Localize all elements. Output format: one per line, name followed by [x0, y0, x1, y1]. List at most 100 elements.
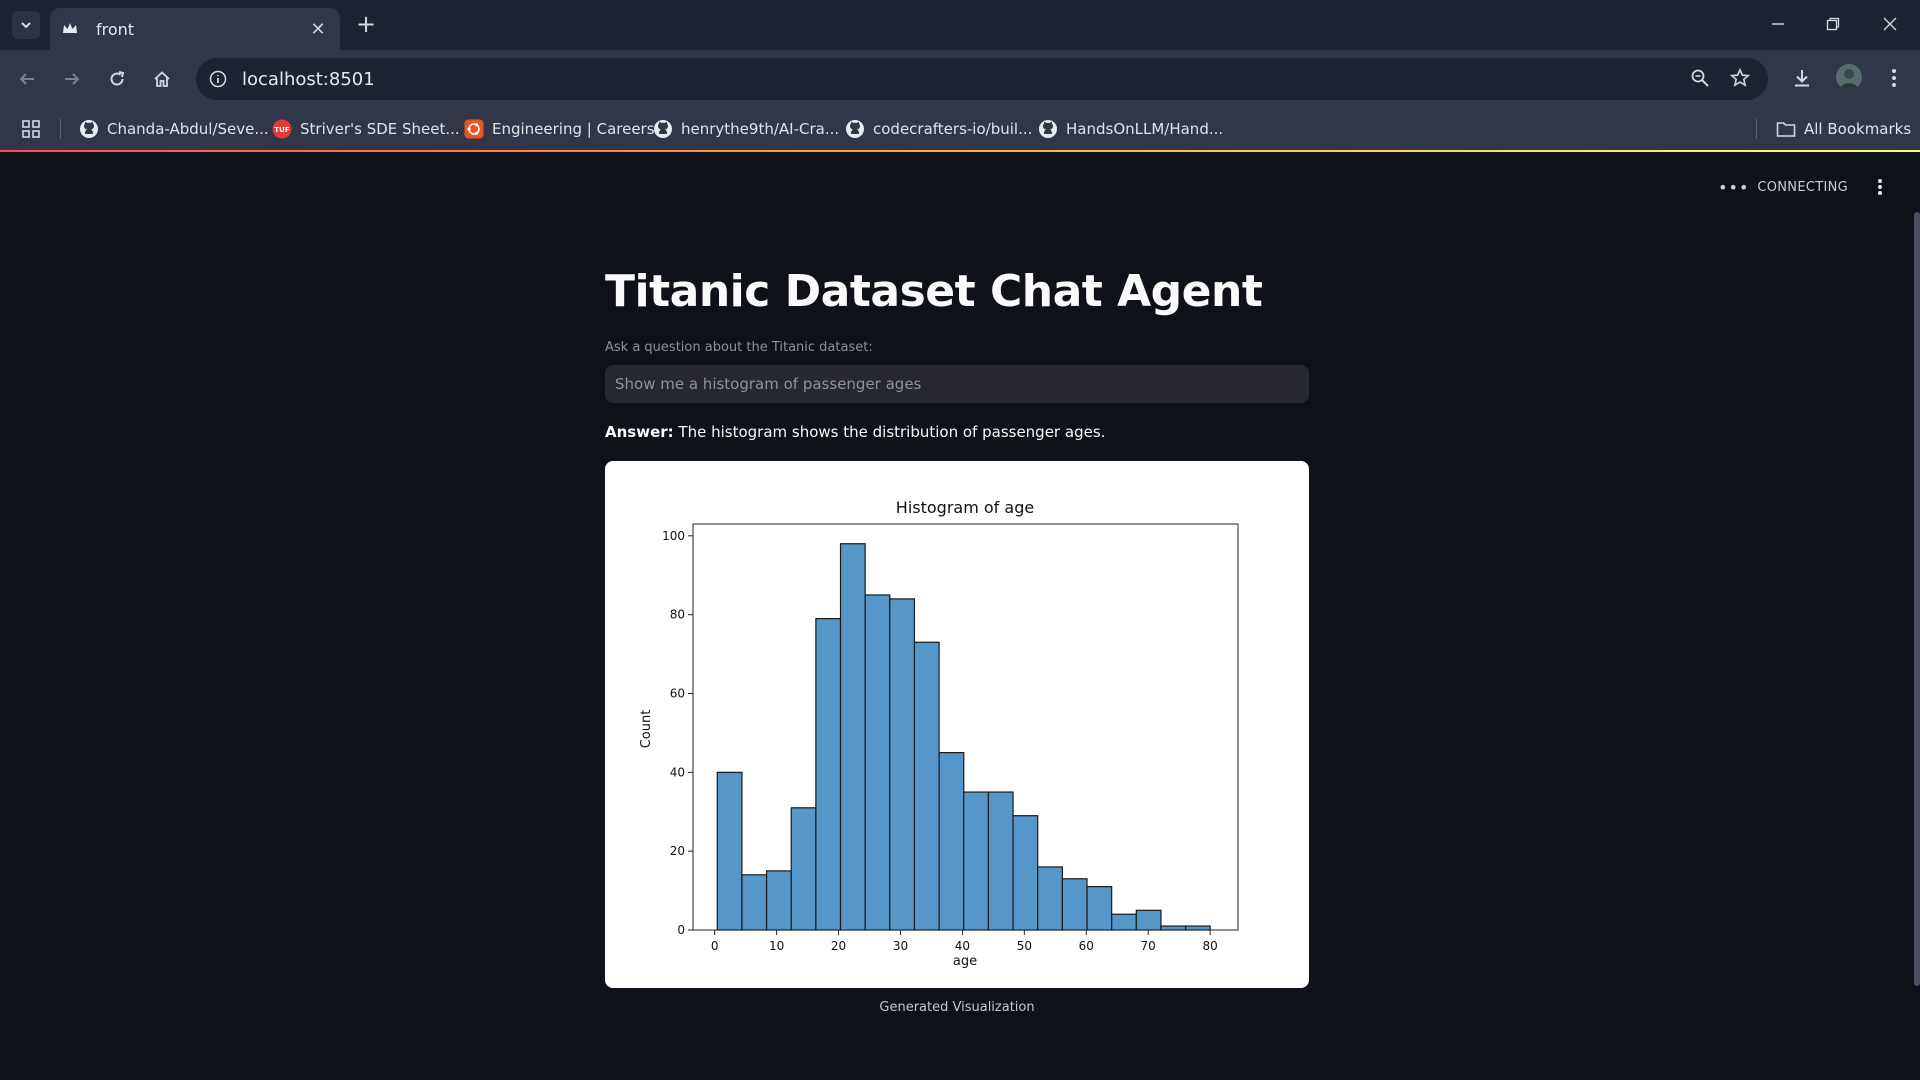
bookmark-item[interactable]: Engineering | Careers — [464, 117, 655, 141]
bookmark-label: henrythe9th/AI-Cra... — [681, 120, 840, 138]
answer-text: Answer: The histogram shows the distribu… — [605, 423, 1105, 441]
apps-button[interactable] — [22, 117, 40, 141]
figure-caption: Generated Visualization — [879, 1000, 1035, 1015]
arrow-left-icon — [19, 73, 34, 85]
bookmarks-divider — [60, 119, 61, 139]
histogram-bar — [815, 618, 842, 931]
histogram-chart: Histogram of age 0 10 20 30 40 50 60 70 80 0 20 40… — [639, 498, 1239, 969]
y-tick-label: 60 — [670, 686, 685, 700]
histogram-bar — [1111, 913, 1137, 931]
y-tick-label: 100 — [662, 529, 685, 543]
profile-avatar[interactable] — [1836, 64, 1862, 90]
download-icon[interactable] — [1790, 66, 1814, 90]
home-button[interactable] — [147, 64, 177, 94]
histogram-bar — [1185, 925, 1211, 931]
x-tick-label: 10 — [769, 939, 784, 953]
bookmark-label: Striver's SDE Sheet... — [300, 120, 460, 138]
home-icon — [154, 71, 170, 87]
forward-button[interactable] — [57, 64, 87, 94]
back-button[interactable] — [12, 64, 42, 94]
chart-figure: Histogram of age 0 10 20 30 40 50 60 70 80 0 20 40… — [605, 461, 1309, 988]
bookmark-item[interactable]: henrythe9th/AI-Cra... — [653, 117, 839, 141]
y-tick-label: 20 — [670, 844, 685, 858]
bookmark-item[interactable]: TUF Striver's SDE Sheet... — [272, 117, 460, 141]
browser-menu-icon[interactable] — [1882, 66, 1906, 90]
bookmarks-divider — [1756, 119, 1757, 139]
x-tick-label: 40 — [955, 939, 970, 953]
y-tick-label: 0 — [677, 923, 685, 937]
site-info-icon[interactable] — [206, 67, 230, 91]
svg-text:TUF: TUF — [274, 126, 289, 134]
page-title: Titanic Dataset Chat Agent — [605, 266, 1263, 317]
x-tick-label: 0 — [711, 939, 719, 953]
y-tick-label: 80 — [670, 608, 685, 622]
github-icon — [653, 119, 673, 139]
ubuntu-icon — [464, 119, 484, 139]
histogram-bar — [864, 594, 891, 931]
x-tick-label: 20 — [831, 939, 846, 953]
tab-title: front — [96, 19, 135, 39]
x-axis-label: age — [953, 954, 977, 969]
answer-label: Answer: — [605, 423, 674, 441]
histogram-bar — [839, 543, 866, 931]
histogram-bar — [765, 870, 792, 931]
streamlit-app: ••• CONNECTING Titanic Dataset Chat Agen… — [0, 152, 1920, 1080]
zoom-icon[interactable] — [1688, 66, 1712, 90]
x-tick-label: 30 — [893, 939, 908, 953]
histogram-bar — [938, 752, 965, 931]
apps-grid-icon — [22, 120, 40, 138]
histogram-bar — [1012, 815, 1039, 931]
x-tick-label: 70 — [1141, 939, 1156, 953]
question-input-label: Ask a question about the Titanic dataset… — [605, 340, 873, 355]
histogram-bar — [987, 791, 1014, 931]
app-menu-button[interactable] — [1870, 176, 1890, 198]
new-tab-button[interactable]: + — [352, 10, 380, 38]
histogram-bar — [1135, 909, 1162, 931]
all-bookmarks-label: All Bookmarks — [1804, 120, 1912, 138]
minimize-icon — [1772, 23, 1784, 25]
tab-search-button[interactable] — [12, 11, 40, 39]
github-icon — [845, 119, 865, 139]
page-scrollbar[interactable] — [1914, 212, 1920, 986]
histogram-bar — [790, 807, 817, 931]
reload-icon — [110, 71, 125, 86]
all-bookmarks-button[interactable]: All Bookmarks — [1776, 117, 1911, 141]
github-icon — [79, 119, 99, 139]
tab-active[interactable]: front ✕ — [50, 8, 340, 50]
x-tick-label: 60 — [1079, 939, 1094, 953]
histogram-bar — [889, 598, 916, 931]
connection-status-label: CONNECTING — [1757, 180, 1848, 195]
histogram-bar — [913, 641, 940, 931]
bookmark-label: codecrafters-io/buil... — [873, 120, 1033, 138]
browser-toolbar: localhost:8501 — [0, 50, 1920, 107]
url-text: localhost:8501 — [242, 68, 375, 90]
x-tick-label: 50 — [1017, 939, 1032, 953]
histogram-bar — [1061, 878, 1088, 931]
tab-close-icon[interactable]: ✕ — [308, 19, 328, 40]
bookmark-item[interactable]: HandsOnLLM/Hand... — [1038, 117, 1223, 141]
connection-status: ••• CONNECTING — [1718, 178, 1848, 197]
tuf-icon: TUF — [272, 119, 292, 139]
reload-button[interactable] — [102, 64, 132, 94]
bookmark-label: Chanda-Abdul/Seve... — [107, 120, 269, 138]
answer-body: The histogram shows the distribution of … — [673, 423, 1106, 441]
y-tick-label: 40 — [670, 765, 685, 779]
close-window-button[interactable] — [1870, 8, 1910, 40]
close-icon — [1883, 17, 1897, 31]
restore-button[interactable] — [1813, 8, 1853, 40]
histogram-bar — [741, 874, 768, 931]
bookmark-label: Engineering | Careers — [492, 120, 655, 138]
address-bar[interactable]: localhost:8501 — [196, 58, 1768, 100]
bookmark-item[interactable]: codecrafters-io/buil... — [845, 117, 1032, 141]
ellipsis-icon: ••• — [1718, 178, 1750, 197]
minimize-button[interactable] — [1758, 8, 1798, 40]
bookmark-item[interactable]: Chanda-Abdul/Seve... — [79, 117, 269, 141]
folder-icon — [1776, 119, 1796, 139]
bookmark-star-icon[interactable] — [1728, 66, 1752, 90]
tab-strip: front ✕ + — [0, 0, 1920, 50]
question-input[interactable] — [605, 365, 1309, 403]
histogram-bar — [1160, 925, 1187, 931]
histogram-bar — [1086, 886, 1113, 931]
restore-icon — [1826, 17, 1840, 31]
bookmarks-bar: Chanda-Abdul/Seve... TUF Striver's SDE S… — [0, 107, 1920, 150]
